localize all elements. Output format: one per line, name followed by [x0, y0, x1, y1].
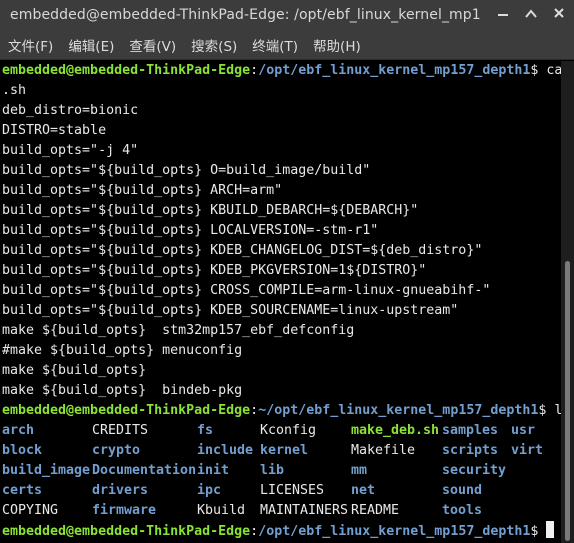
ls-entry-dir: arch — [2, 423, 35, 438]
ls-entry-dir: fs — [197, 423, 214, 438]
output-line: build_opts="${build_opts} ARCH=arm" — [2, 183, 283, 198]
window-title: embedded@embedded-ThinkPad-Edge: /opt/eb… — [10, 7, 480, 23]
prompt-path: ~/opt/ebf_linux_kernel_mp157_depth1 — [258, 403, 539, 418]
ls-row: COPYING firmware Kbuild MAINTAINERS README to… — [2, 501, 563, 521]
ls-entry-dir: sound — [442, 483, 483, 498]
ls-row: certs drivers ipc LICENSES net sound — [2, 481, 563, 501]
ls-entry-dir: tools — [442, 503, 483, 518]
minimize-icon[interactable] — [496, 6, 510, 22]
prompt-line: embedded@embedded-ThinkPad-Edge:~/opt/eb… — [2, 401, 563, 421]
terminal-output[interactable]: embedded@embedded-ThinkPad-Edge:/opt/ebf… — [0, 61, 563, 543]
ls-entry-dir: lib — [260, 463, 285, 478]
ls-entry-file: COPYING — [2, 503, 59, 518]
prompt-line: embedded@embedded-ThinkPad-Edge:/opt/ebf… — [2, 521, 563, 541]
ls-entry-dir: block — [2, 443, 43, 458]
scrollbar-thumb[interactable] — [565, 261, 570, 541]
ls-entry-file: README — [351, 503, 400, 518]
scrollbar[interactable] — [561, 61, 574, 543]
ls-entry-dir: kernel — [260, 443, 309, 458]
menu-terminal[interactable]: 终端(T) — [252, 35, 298, 55]
output-line: make ${build_opts} stm32mp157_ebf_defcon… — [2, 323, 355, 338]
prompt-separator: : — [250, 63, 259, 78]
output-line: build_opts="${build_opts} KBUILD_DEBARCH… — [2, 203, 419, 218]
prompt-user: embedded@embedded-ThinkPad-Edge — [2, 403, 251, 418]
output-line: build_opts="${build_opts} KDEB_PKGVERSIO… — [2, 263, 427, 278]
prompt-separator: : — [250, 403, 259, 418]
ls-entry-dir: net — [351, 483, 376, 498]
ls-entry-dir: init — [197, 463, 230, 478]
ls-entry-dir: include — [197, 443, 254, 458]
output-line: build_opts="${build_opts} CROSS_COMPILE=… — [2, 283, 491, 298]
menu-help[interactable]: 帮助(H) — [313, 35, 361, 55]
ls-entry-dir: build_image — [2, 463, 91, 478]
output-line: make ${build_opts} — [2, 363, 147, 378]
output-line: deb_distro=bionic — [2, 103, 139, 118]
ls-entry-dir: ipc — [197, 483, 222, 498]
output-line: DISTRO=stable — [2, 123, 107, 138]
menu-edit[interactable]: 编辑(E) — [68, 35, 114, 55]
ls-entry-file: Kconfig — [260, 423, 317, 438]
ls-row: build_image Documentation init lib mm securit… — [2, 461, 563, 481]
ls-entry-file: Kbuild — [197, 503, 246, 518]
cat-output: deb_distro=bionic DISTRO=stable build_opts… — [2, 101, 563, 401]
output-line: build_opts="-j 4" — [2, 143, 139, 158]
output-line: #make ${build_opts} menuconfig — [2, 343, 243, 358]
prompt-command: $ ls — [538, 403, 563, 418]
ls-entry-dir: security — [442, 463, 507, 478]
prompt-command: $ cat make_deb — [530, 63, 563, 78]
ls-entry-dir: firmware — [92, 503, 157, 518]
prompt-path: /opt/ebf_linux_kernel_mp157_depth1 — [258, 524, 531, 539]
menu-bar: 文件(F) 编辑(E) 查看(V) 搜索(S) 终端(T) 帮助(H) — [0, 30, 574, 60]
ls-entry-dir: drivers — [92, 483, 149, 498]
output-line: build_opts="${build_opts} O=build_image/… — [2, 163, 371, 178]
ls-entry-dir: samples — [442, 423, 499, 438]
ls-entry-dir: usr — [511, 423, 536, 438]
prompt-user: embedded@embedded-ThinkPad-Edge — [2, 63, 251, 78]
maximize-icon[interactable] — [524, 6, 538, 22]
ls-entry-dir: mm — [351, 463, 368, 478]
window-controls — [496, 6, 566, 22]
output-line: build_opts="${build_opts} KDEB_SOURCENAM… — [2, 303, 459, 318]
output-line: build_opts="${build_opts} KDEB_CHANGELOG… — [2, 243, 483, 258]
title-bar[interactable]: embedded@embedded-ThinkPad-Edge: /opt/eb… — [0, 0, 574, 30]
command-wrap-line: .sh — [2, 83, 27, 98]
ls-entry-file: CREDITS — [92, 423, 149, 438]
terminal-window: embedded@embedded-ThinkPad-Edge: /opt/eb… — [0, 0, 574, 543]
text-cursor — [546, 521, 555, 538]
menu-view[interactable]: 查看(V) — [129, 35, 176, 55]
output-line: make ${build_opts} bindeb-pkg — [2, 383, 243, 398]
ls-entry-file: Makefile — [351, 443, 416, 458]
ls-entry-dir: virt — [511, 443, 544, 458]
ls-row: arch CREDITS fs Kconfig make_deb.sh samples us… — [2, 421, 563, 441]
output-line: build_opts="${build_opts} LOCALVERSION=-… — [2, 223, 379, 238]
menu-file[interactable]: 文件(F) — [8, 35, 53, 55]
ls-entry-dir: crypto — [92, 443, 141, 458]
prompt-separator: : — [250, 524, 259, 539]
menu-search[interactable]: 搜索(S) — [191, 35, 237, 55]
prompt-command: $ — [530, 524, 547, 539]
ls-entry-dir: certs — [2, 483, 43, 498]
prompt-user: embedded@embedded-ThinkPad-Edge — [2, 524, 251, 539]
close-icon[interactable] — [552, 6, 566, 22]
prompt-path: /opt/ebf_linux_kernel_mp157_depth1 — [258, 63, 531, 78]
ls-entry-file: MAINTAINERS — [260, 503, 349, 518]
ls-entry-dir: scripts — [442, 443, 499, 458]
prompt-line: embedded@embedded-ThinkPad-Edge:/opt/ebf… — [2, 61, 563, 81]
ls-row: block crypto include kernel Makefile scripts v… — [2, 441, 563, 461]
ls-entry-file: LICENSES — [260, 483, 325, 498]
ls-entry-dir: Documentation — [92, 463, 197, 478]
ls-entry-exe: make_deb.sh — [351, 423, 440, 438]
ls-output: arch CREDITS fs Kconfig make_deb.sh samples us… — [2, 421, 563, 521]
